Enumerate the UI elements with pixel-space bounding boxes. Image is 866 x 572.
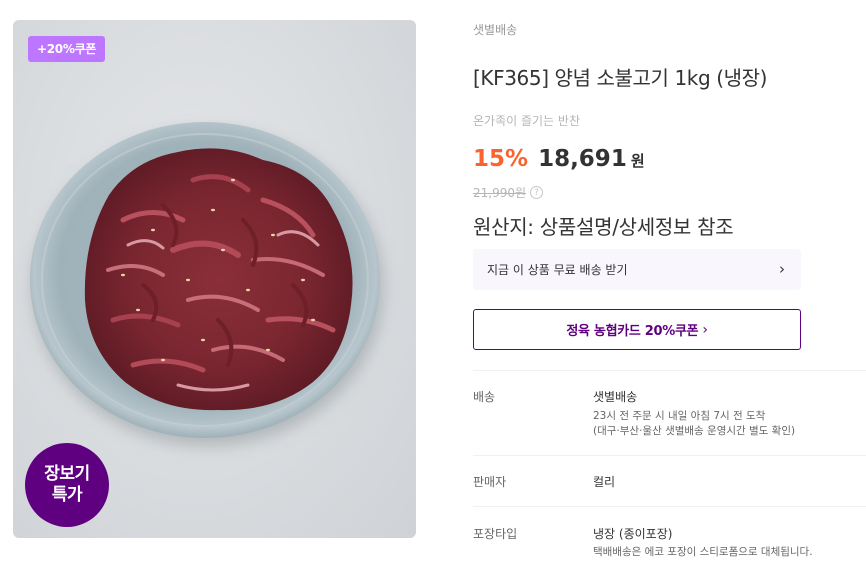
divider xyxy=(473,455,866,456)
original-price-row: 21,990원 ? xyxy=(473,184,544,201)
packaging-value: 냉장 (종이포장) xyxy=(593,527,673,541)
sale-badge-line1: 장보기 xyxy=(44,464,90,484)
sale-badge: 장보기 특가 xyxy=(25,443,109,527)
sale-price: 18,691 xyxy=(538,146,627,172)
delivery-value: 샛별배송 xyxy=(593,390,638,404)
sale-badge-line2: 특가 xyxy=(51,485,83,505)
help-icon[interactable]: ? xyxy=(530,186,544,199)
seller-label: 판매자 xyxy=(473,475,507,489)
coupon-tag: +20%쿠폰 xyxy=(28,36,106,62)
product-title: [KF365] 양념 소불고기 1kg (냉장) xyxy=(473,66,768,90)
meat-pile xyxy=(84,148,353,411)
packaging-label: 포장타입 xyxy=(473,527,518,541)
delivery-note-2: (대구·부산·울산 샛별배송 운영시간 별도 확인) xyxy=(593,425,796,437)
free-shipping-label: 지금 이 상품 무료 배송 받기 xyxy=(487,263,628,277)
discount-rate: 15% xyxy=(473,146,529,172)
chevron-right-icon: › xyxy=(702,321,708,338)
original-price: 21,990원 xyxy=(473,186,527,200)
delivery-type: 샛별배송 xyxy=(473,23,518,37)
delivery-note-1: 23시 전 주문 시 내일 아침 7시 전 도착 xyxy=(593,410,766,422)
free-shipping-button[interactable]: 지금 이 상품 무료 배송 받기 › xyxy=(473,249,801,290)
price-row: 15% 18,691 원 xyxy=(473,146,645,172)
origin-text: 원산지: 상품설명/상세정보 참조 xyxy=(473,215,734,239)
chevron-right-icon: › xyxy=(779,260,785,278)
product-subtitle: 온가족이 즐기는 반찬 xyxy=(473,114,580,128)
divider xyxy=(473,370,866,371)
currency-unit: 원 xyxy=(630,152,645,170)
delivery-label: 배송 xyxy=(473,390,496,404)
card-coupon-label: 정육 농협카드 20%쿠폰 xyxy=(566,324,699,339)
card-coupon-button[interactable]: 정육 농협카드 20%쿠폰 › xyxy=(473,309,801,350)
divider xyxy=(473,506,866,507)
packaging-note: 택배배송은 에코 포장이 스티로폼으로 대체됩니다. xyxy=(593,546,813,558)
seller-value: 컬리 xyxy=(593,475,616,489)
